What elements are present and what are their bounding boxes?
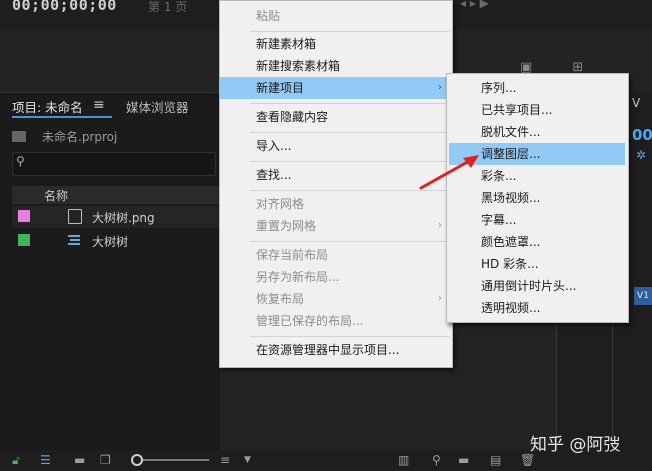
menu-item-label: 新建项目: [256, 81, 305, 95]
menu-item-view-hidden[interactable]: 查看隐藏内容: [220, 106, 452, 128]
project-panel: [0, 92, 220, 453]
playback-icons[interactable]: ◂ ▸ ▶: [460, 0, 489, 10]
menu-item-label: 彩条...: [481, 169, 517, 183]
menu-item-label: 颜色遮罩...: [481, 235, 541, 249]
menu-item-label: 恢复布局: [256, 292, 305, 306]
menu-item-label: 重置为网格: [256, 219, 317, 233]
timeline-timecode[interactable]: 00: [632, 126, 652, 144]
menu-separator: [250, 336, 450, 337]
submenu-item-captions[interactable]: 字幕...: [449, 209, 625, 231]
menu-separator: [250, 241, 450, 242]
menu-item-label: 保存当前布局: [256, 248, 329, 262]
annotation-arrow-icon: [419, 155, 479, 190]
menu-item-label: 在资源管理器中显示项目...: [256, 343, 400, 357]
menu-item-label: HD 彩条...: [481, 257, 539, 271]
menu-item-label: 查找...: [256, 168, 292, 182]
submenu-item-shared-project[interactable]: 已共享项目...: [449, 99, 625, 121]
menu-item-label: 对齐网格: [256, 197, 305, 211]
item-name[interactable]: 大树树.png: [92, 209, 155, 226]
bin-icon: [12, 131, 26, 142]
menu-item-save-layout[interactable]: 保存当前布局: [220, 244, 452, 266]
menu-item-label: 导入...: [256, 139, 292, 153]
menu-item-label: 新建搜索素材箱: [256, 59, 341, 73]
annotation-arrow-shaft: [419, 158, 473, 190]
search-input[interactable]: [12, 152, 216, 176]
submenu-item-color-matte[interactable]: 颜色遮罩...: [449, 231, 625, 253]
menu-item-label: 已共享项目...: [481, 103, 553, 117]
label-color-swatch[interactable]: [18, 210, 30, 222]
icon-view-icon[interactable]: ▬: [74, 453, 85, 467]
snap-icon[interactable]: ✲: [636, 148, 646, 162]
page-label: 第 1 页: [148, 0, 188, 14]
zoom-slider-handle[interactable]: [131, 454, 143, 466]
menu-item-label: 脱机文件...: [481, 125, 541, 139]
menu-item-manage-layouts[interactable]: 管理已保存的布局...: [220, 310, 452, 332]
list-view-icon[interactable]: ☰: [40, 453, 51, 467]
submenu-item-hd-bars[interactable]: HD 彩条...: [449, 253, 625, 275]
menu-item-reset-to-grid[interactable]: 重置为网格 ›: [220, 215, 452, 237]
label-color-swatch[interactable]: [18, 234, 30, 246]
freeform-view-icon[interactable]: ❐: [100, 453, 111, 467]
search-icon: ⚲: [16, 154, 25, 168]
menu-item-label: 黑场视频...: [481, 191, 541, 205]
automate-icon[interactable]: ▥: [398, 453, 409, 467]
menu-item-restore-layout[interactable]: 恢复布局 ›: [220, 288, 452, 310]
item-name[interactable]: 大树树: [92, 233, 128, 250]
tab-active-indicator: [12, 116, 112, 118]
tab-project[interactable]: 项目: 未命名: [12, 97, 83, 116]
submenu-item-countdown-leader[interactable]: 通用倒计时片头...: [449, 275, 625, 297]
menu-item-reveal-in-explorer[interactable]: 在资源管理器中显示项目...: [220, 339, 452, 361]
menu-item-label: 管理已保存的布局...: [256, 314, 364, 328]
image-file-icon: [68, 209, 82, 224]
tab-media-browser[interactable]: 媒体浏览器: [126, 97, 189, 116]
watermark: 知乎 @阿弢: [530, 435, 621, 455]
menu-item-paste[interactable]: 粘贴: [220, 5, 452, 27]
menu-item-label: 查看隐藏内容: [256, 110, 329, 124]
menu-item-label: 序列...: [481, 81, 517, 95]
project-file-name: 未命名.prproj: [42, 130, 118, 144]
tab-timeline[interactable]: V: [632, 96, 640, 110]
new-item-icon[interactable]: ▤: [490, 453, 501, 467]
menu-separator: [250, 31, 450, 32]
panel-menu-icon[interactable]: ≡: [93, 97, 105, 113]
column-header-name[interactable]: 名称: [44, 187, 68, 204]
menu-separator: [250, 103, 450, 104]
menu-item-new-item[interactable]: 新建项目 ›: [220, 77, 452, 99]
find-icon[interactable]: ⚲: [432, 453, 441, 467]
menu-item-new-bin[interactable]: 新建素材箱: [220, 33, 452, 55]
menu-item-new-search-bin[interactable]: 新建搜索素材箱: [220, 55, 452, 77]
sort-icon[interactable]: ≡: [220, 453, 230, 467]
menu-item-label: 通用倒计时片头...: [481, 279, 577, 293]
submenu-arrow-icon: ›: [438, 220, 442, 231]
new-bin-icon[interactable]: ▬: [458, 453, 469, 467]
sequence-icon: [68, 234, 80, 247]
menu-separator: [250, 132, 450, 133]
chevron-down-icon[interactable]: ▼: [244, 455, 251, 465]
menu-item-label: 透明视频...: [481, 301, 541, 315]
submenu-item-sequence[interactable]: 序列...: [449, 77, 625, 99]
menu-item-save-as-new-layout[interactable]: 另存为新布局...: [220, 266, 452, 288]
lock-icon[interactable]: 🔓︎: [12, 453, 20, 468]
menu-item-align-to-grid[interactable]: 对齐网格: [220, 193, 452, 215]
submenu-arrow-icon: ›: [438, 82, 442, 93]
trash-icon[interactable]: 🗑︎: [520, 453, 535, 467]
menu-item-label: 粘贴: [256, 9, 281, 23]
submenu-arrow-icon: ›: [438, 293, 442, 304]
timecode-display[interactable]: 00;00;00;00: [12, 0, 117, 14]
track-v1-button[interactable]: V1: [634, 287, 652, 305]
menu-item-label: 调整图层...: [481, 147, 541, 161]
submenu-item-offline-file[interactable]: 脱机文件...: [449, 121, 625, 143]
menu-item-label: 新建素材箱: [256, 37, 317, 51]
menu-item-label: 字幕...: [481, 213, 517, 227]
submenu-item-transparent-video[interactable]: 透明视频...: [449, 297, 625, 319]
new-item-submenu: 序列... 已共享项目... 脱机文件... 调整图层... 彩条... 黑场视…: [446, 73, 629, 323]
menu-item-label: 另存为新布局...: [256, 270, 340, 284]
